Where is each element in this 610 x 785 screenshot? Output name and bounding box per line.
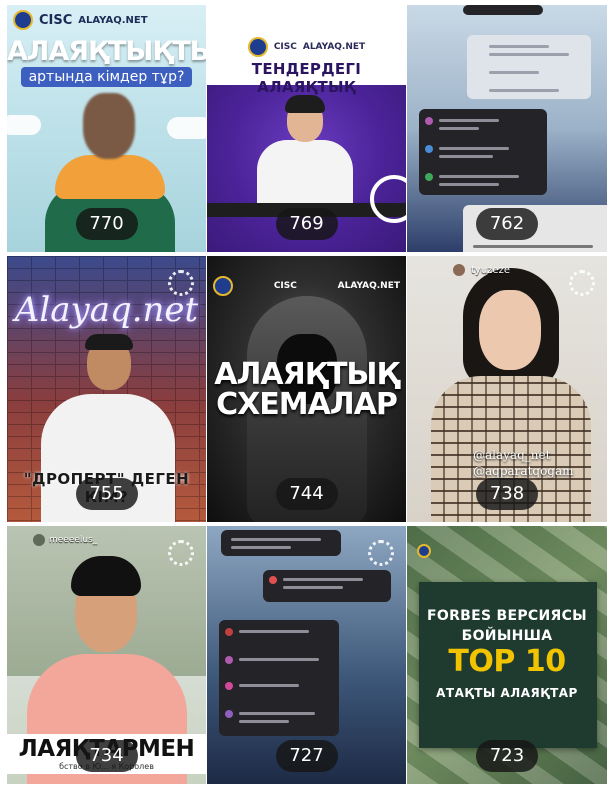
- logo-strip: [417, 544, 431, 558]
- post-tile[interactable]: CISC ALAYAQ.NET АЛАЯҚТЫҚ СХЕМАЛАР 744: [207, 256, 406, 522]
- view-count-badge: 769: [275, 208, 338, 240]
- person-figure: [55, 155, 165, 199]
- post-subtitle: артында кімдер тұр?: [7, 67, 206, 87]
- post-headline: ТЕНДЕРДЕГІ АЛАЯҚТЫҚ: [251, 60, 362, 96]
- person-figure: [257, 140, 353, 210]
- post-highlight: TOP 10: [448, 644, 566, 679]
- alayaq-logo: ALAYAQ.NET: [78, 14, 148, 26]
- post-tile[interactable]: 727: [207, 526, 406, 784]
- post-tile[interactable]: tyuzeze @alayaq_net @aqparatqogam 738: [407, 256, 607, 522]
- view-count-badge: 734: [75, 740, 138, 772]
- post-headline: БОЙЫНША: [461, 628, 553, 644]
- cloud-shape: [167, 117, 206, 139]
- emblem-icon: [417, 544, 431, 558]
- avatar: [453, 264, 465, 276]
- avatar: [33, 534, 45, 546]
- comment-card: [219, 620, 339, 736]
- post-headline: FORBES ВЕРСИЯСЫ: [427, 608, 587, 624]
- post-tile[interactable]: CISC ALAYAQ.NET АЛАЯҚТЫҚТЫҢ артында кімд…: [7, 5, 206, 252]
- view-count-badge: 770: [75, 208, 138, 240]
- view-count-badge: 723: [476, 740, 538, 772]
- comment-card: [463, 5, 543, 15]
- person-figure: [285, 95, 325, 113]
- username: meeeelus_: [49, 535, 98, 545]
- view-count-badge: 762: [476, 208, 538, 240]
- author-handle: meeeelus_: [33, 534, 97, 546]
- person-figure: [85, 334, 133, 350]
- cisc-logo: CISC: [39, 12, 73, 28]
- watermark: @alayaq_net: [473, 448, 551, 462]
- logo-strip: CISC ALAYAQ.NET: [7, 5, 206, 35]
- emblem-icon: [213, 276, 233, 296]
- loading-icon: [168, 270, 194, 296]
- posts-grid: CISC ALAYAQ.NET АЛАЯҚТЫҚТЫҢ артында кімд…: [7, 5, 607, 785]
- loading-icon: [569, 270, 595, 296]
- alayaq-logo: ALAYAQ.NET: [337, 281, 400, 291]
- emblem-icon: [247, 37, 268, 57]
- neon-sign: Alayaq.net: [14, 290, 199, 330]
- watermark: @aqparatqogam: [473, 464, 574, 478]
- logo-strip: CISC ALAYAQ.NET: [213, 276, 400, 296]
- author-handle: tyuzeze: [453, 264, 510, 276]
- post-tile[interactable]: CISC ALAYAQ.NET ТЕНДЕРДЕГІ АЛАЯҚТЫҚ 769: [207, 5, 406, 252]
- view-count-badge: 744: [275, 478, 338, 510]
- view-count-badge: 755: [75, 478, 138, 510]
- comment-card: [221, 530, 341, 556]
- person-figure: [83, 93, 135, 159]
- logo-strip: CISC ALAYAQ.NET: [207, 37, 406, 57]
- post-tile[interactable]: meeeelus_ ЛАЯҚТАРМЕН бство в Ю... я Коро…: [7, 526, 206, 784]
- comment-card: [467, 35, 591, 99]
- loading-icon: [368, 540, 394, 566]
- post-tile[interactable]: FORBES ВЕРСИЯСЫ БОЙЫНША TOP 10 АТАҚТЫ АЛ…: [407, 526, 607, 784]
- post-subtitle: АТАҚТЫ АЛАЯҚТАР: [436, 686, 578, 700]
- post-tile[interactable]: 762: [407, 5, 607, 252]
- alayaq-logo: ALAYAQ.NET: [302, 42, 366, 52]
- post-tile[interactable]: Alayaq.net "ДРОПЕРТ" ДЕГЕН КІМ? 755: [7, 256, 206, 522]
- view-count-badge: 727: [275, 740, 338, 772]
- cloud-shape: [7, 115, 41, 135]
- post-headline: АЛАЯҚТЫҚТЫҢ: [7, 36, 206, 67]
- username: tyuzeze: [471, 264, 510, 276]
- emblem-icon: [13, 10, 33, 30]
- loading-icon: [168, 540, 194, 566]
- person-figure: [479, 290, 541, 370]
- comment-card: [263, 570, 391, 602]
- view-count-badge: 738: [476, 478, 538, 510]
- post-headline: АЛАЯҚТЫҚ СХЕМАЛАР: [214, 357, 400, 422]
- cisc-logo: CISC: [273, 281, 297, 291]
- comment-card: [419, 109, 547, 195]
- cisc-logo: CISC: [273, 42, 297, 52]
